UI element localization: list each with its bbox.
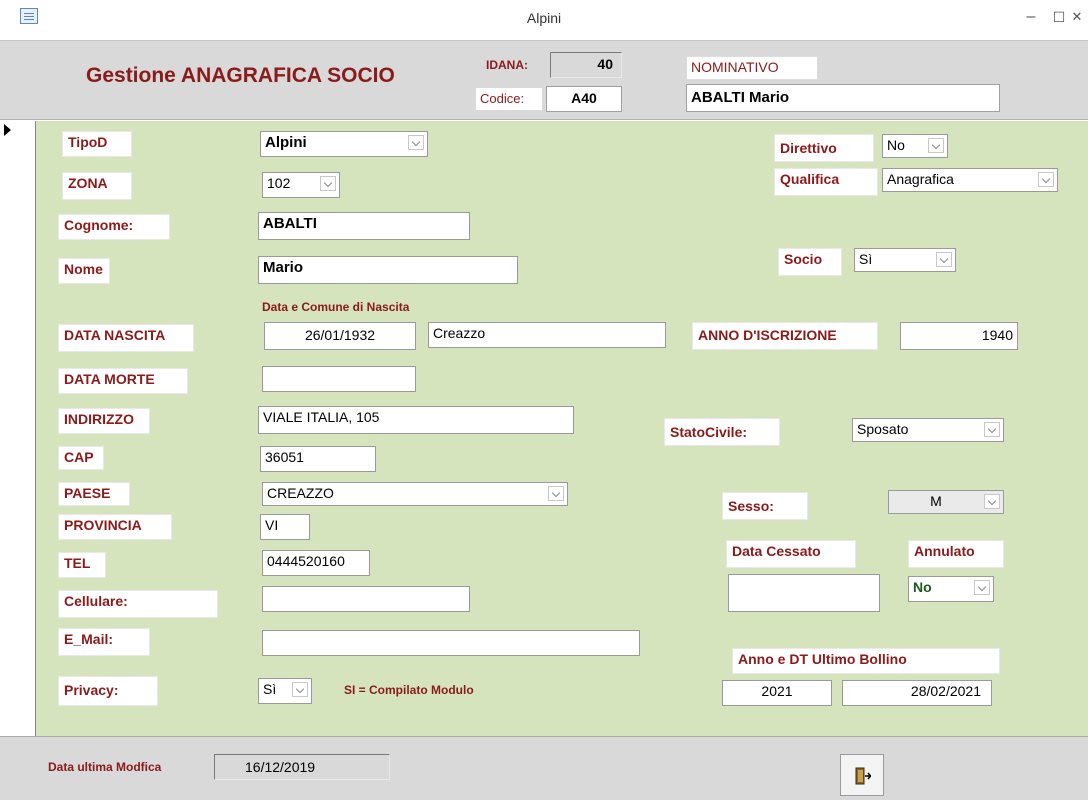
- cap-field[interactable]: 36051: [260, 446, 376, 472]
- privacy-combo[interactable]: Sì: [258, 678, 312, 704]
- cellulare-field[interactable]: [262, 586, 470, 612]
- tel-field[interactable]: 0444520160: [262, 550, 370, 576]
- socio-value: Sì: [859, 251, 873, 267]
- nome-field[interactable]: Mario: [258, 256, 518, 284]
- data-modifica-label: Data ultima Modfica: [48, 760, 162, 774]
- data-nascita-label: DATA NASCITA: [58, 324, 194, 352]
- provincia-label: PROVINCIA: [58, 514, 172, 540]
- idana-label: IDANA:: [486, 58, 528, 72]
- anno-iscrizione-label: ANNO D'ISCRIZIONE: [692, 322, 878, 350]
- current-record-arrow-icon: [4, 124, 11, 136]
- nominativo-label: NOMINATIVO: [686, 56, 818, 80]
- tipo-label: TipoD: [62, 131, 132, 157]
- paese-label: PAESE: [58, 482, 130, 506]
- chevron-down-icon[interactable]: [974, 580, 990, 595]
- sesso-value: M: [930, 493, 942, 509]
- bollino-data-field[interactable]: 28/02/2021: [842, 680, 992, 706]
- chevron-down-icon[interactable]: [1038, 172, 1054, 187]
- zona-label: ZONA: [62, 172, 132, 200]
- data-nascita-field[interactable]: 26/01/1932: [264, 322, 416, 350]
- tipo-combo[interactable]: Alpini: [260, 131, 428, 157]
- codice-label: Codice:: [476, 88, 542, 110]
- indirizzo-label: INDIRIZZO: [58, 408, 150, 434]
- email-label: E_Mail:: [58, 628, 150, 656]
- window-title: Alpini: [526, 10, 562, 26]
- qualifica-label: Qualifica: [774, 168, 878, 196]
- privacy-value: Sì: [263, 681, 277, 697]
- idana-field[interactable]: 40: [550, 52, 622, 78]
- chevron-down-icon[interactable]: [408, 135, 424, 150]
- chevron-down-icon[interactable]: [320, 176, 336, 191]
- provincia-field[interactable]: VI: [260, 514, 310, 540]
- sesso-label: Sesso:: [722, 492, 808, 520]
- bollino-label: Anno e DT Ultimo Bollino: [732, 648, 1000, 674]
- data-cessato-label: Data Cessato: [726, 540, 856, 568]
- chevron-down-icon[interactable]: [936, 252, 952, 267]
- exit-button[interactable]: [840, 754, 884, 796]
- zona-value: 102: [267, 175, 291, 191]
- stato-civile-combo[interactable]: Sposato: [852, 418, 1004, 442]
- paese-value: CREAZZO: [267, 485, 334, 501]
- codice-field[interactable]: A40: [546, 86, 622, 112]
- annulato-label: Annulato: [908, 540, 1004, 568]
- qualifica-combo[interactable]: Anagrafica: [882, 168, 1058, 192]
- data-morte-field[interactable]: [262, 366, 416, 392]
- privacy-note: SI = Compilato Modulo: [344, 683, 474, 697]
- stato-civile-value: Sposato: [857, 421, 909, 437]
- socio-label: Socio: [778, 248, 842, 276]
- sesso-label-text: Sesso:: [728, 498, 774, 514]
- exit-door-icon: [855, 767, 871, 785]
- chevron-down-icon[interactable]: [928, 138, 944, 153]
- paese-combo[interactable]: CREAZZO: [262, 482, 568, 506]
- nominativo-field[interactable]: ABALTI Mario: [686, 84, 1000, 112]
- indirizzo-field[interactable]: VIALE ITALIA, 105: [258, 406, 574, 434]
- chevron-down-icon[interactable]: [984, 494, 1000, 509]
- socio-combo[interactable]: Sì: [854, 248, 956, 272]
- nascita-note: Data e Comune di Nascita: [262, 300, 410, 314]
- close-button[interactable]: ✕: [1066, 4, 1088, 30]
- nome-label: Nome: [58, 258, 110, 284]
- form-title: Gestione ANAGRAFICA SOCIO: [86, 64, 395, 87]
- direttivo-label: Direttivo: [774, 134, 874, 162]
- direttivo-value: No: [887, 137, 905, 153]
- comune-nascita-field[interactable]: Creazzo: [428, 322, 666, 348]
- tel-label: TEL: [58, 552, 106, 578]
- data-morte-label: DATA MORTE: [58, 368, 188, 394]
- tipo-value: Alpini: [265, 134, 307, 151]
- annulato-combo[interactable]: No: [908, 576, 994, 602]
- direttivo-combo[interactable]: No: [882, 134, 948, 158]
- cap-label: CAP: [58, 446, 104, 470]
- data-modifica-field[interactable]: 16/12/2019: [214, 754, 390, 780]
- anno-iscrizione-field[interactable]: 1940: [900, 322, 1018, 350]
- email-field[interactable]: [262, 630, 640, 656]
- stato-civile-label: StatoCivile:: [664, 418, 780, 446]
- privacy-label: Privacy:: [58, 676, 158, 706]
- sesso-combo[interactable]: M: [888, 490, 1004, 514]
- cognome-field[interactable]: ABALTI: [258, 212, 470, 240]
- chevron-down-icon[interactable]: [292, 682, 308, 697]
- cellulare-label: Cellulare:: [58, 590, 218, 618]
- chevron-down-icon[interactable]: [984, 422, 1000, 437]
- cognome-label: Cognome:: [58, 214, 170, 240]
- data-cessato-field[interactable]: [728, 574, 880, 612]
- annulato-value: No: [913, 579, 932, 595]
- qualifica-value: Anagrafica: [887, 171, 954, 187]
- form-footer: [0, 736, 1088, 800]
- record-selector[interactable]: [0, 121, 36, 736]
- zona-combo[interactable]: 102: [262, 172, 340, 198]
- minimize-button[interactable]: –: [1016, 4, 1046, 30]
- chevron-down-icon[interactable]: [548, 486, 564, 501]
- bollino-anno-field[interactable]: 2021: [722, 680, 832, 706]
